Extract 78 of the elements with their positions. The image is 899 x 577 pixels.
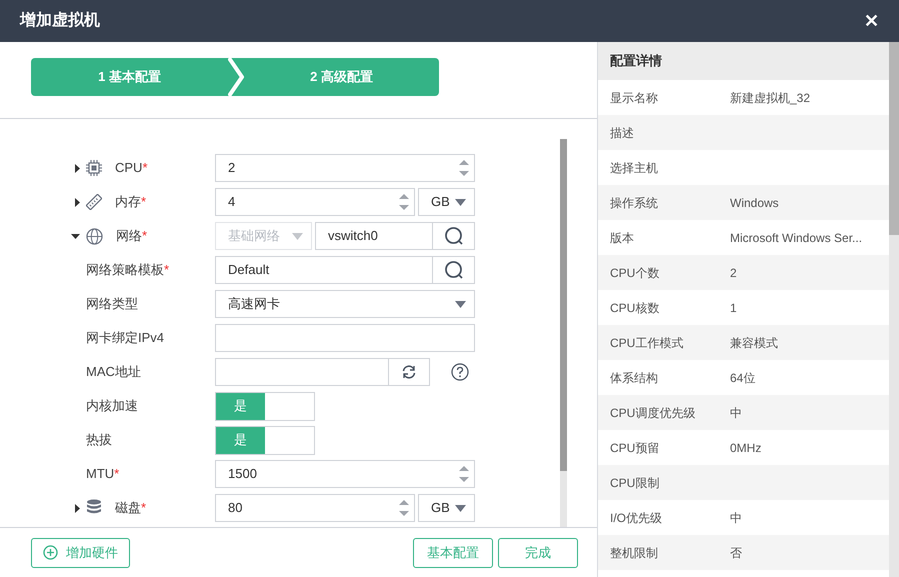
number-field[interactable]: 4 bbox=[215, 188, 415, 216]
field-label: 内核加速 bbox=[86, 397, 138, 416]
detail-value: 新建虚拟机_32 bbox=[730, 90, 810, 106]
mac-field[interactable] bbox=[215, 358, 389, 386]
plus-circle-icon bbox=[43, 545, 58, 560]
caret-icon bbox=[292, 232, 303, 240]
required-mark: * bbox=[164, 261, 170, 280]
detail-value: Windows bbox=[730, 194, 779, 212]
detail-label: CPU预留 bbox=[610, 440, 660, 456]
required-mark: * bbox=[141, 193, 146, 212]
window-title: 增加虚拟机 bbox=[20, 10, 100, 31]
scrollbar-thumb[interactable] bbox=[560, 139, 567, 471]
search-icon bbox=[444, 260, 464, 280]
detail-label: CPU工作模式 bbox=[610, 334, 684, 352]
search-icon bbox=[444, 226, 464, 246]
chip-icon bbox=[86, 160, 102, 176]
detail-value: Microsoft Windows Ser... bbox=[730, 230, 862, 246]
required-mark: * bbox=[114, 465, 120, 484]
detail-label: 整机限制 bbox=[610, 544, 659, 562]
detail-label: 版本 bbox=[610, 230, 635, 246]
expand-arrow-icon[interactable] bbox=[75, 164, 80, 172]
memory-stick-icon bbox=[86, 194, 102, 210]
scrollbar-thumb[interactable] bbox=[889, 42, 899, 235]
input-field[interactable] bbox=[215, 324, 475, 352]
field-label: 内存 bbox=[115, 193, 141, 212]
unit-dropdown[interactable]: GB bbox=[418, 494, 475, 522]
details-title: 配置详情 bbox=[610, 52, 662, 70]
detail-label: CPU核数 bbox=[610, 300, 660, 316]
required-mark: * bbox=[141, 499, 146, 518]
field-label: 网卡绑定IPv4 bbox=[86, 329, 164, 348]
detail-value: 中 bbox=[730, 404, 742, 422]
unit-dropdown[interactable]: GB bbox=[418, 188, 475, 216]
help-icon[interactable] bbox=[451, 363, 469, 381]
field-label: 磁盘 bbox=[115, 499, 141, 518]
search-button[interactable] bbox=[433, 222, 475, 250]
detail-label: 选择主机 bbox=[610, 160, 659, 176]
detail-label: 显示名称 bbox=[610, 90, 659, 106]
field-label: 网络策略模板 bbox=[86, 261, 164, 280]
caret-icon bbox=[455, 504, 466, 512]
type-dropdown[interactable]: 高速网卡 bbox=[215, 290, 475, 318]
number-field[interactable]: 1500 bbox=[215, 460, 475, 488]
detail-value: 中 bbox=[730, 510, 742, 526]
close-button[interactable]: ✕ bbox=[864, 12, 879, 30]
search-button[interactable] bbox=[433, 256, 475, 284]
detail-label: CPU调度优先级 bbox=[610, 404, 696, 422]
expand-arrow-icon[interactable] bbox=[75, 504, 80, 512]
chevron-icon bbox=[228, 58, 244, 96]
refresh-button[interactable] bbox=[389, 358, 430, 386]
refresh-icon bbox=[401, 364, 417, 380]
detail-label: 描述 bbox=[610, 124, 635, 142]
detail-label: CPU个数 bbox=[610, 264, 660, 282]
globe-icon bbox=[86, 228, 103, 244]
required-mark: * bbox=[142, 159, 148, 178]
field-label: 网络类型 bbox=[86, 295, 138, 314]
detail-value: 兼容模式 bbox=[730, 334, 778, 352]
detail-label: 操作系统 bbox=[610, 194, 659, 212]
field-label: MTU bbox=[86, 465, 114, 484]
detail-label: I/O优先级 bbox=[610, 510, 664, 526]
number-field[interactable]: 2 bbox=[215, 154, 475, 182]
detail-value: 2 bbox=[730, 264, 737, 282]
field-label: 热拔 bbox=[86, 431, 112, 450]
template-field[interactable]: Default bbox=[215, 256, 433, 284]
field-label: CPU bbox=[115, 159, 142, 178]
detail-value: 否 bbox=[730, 544, 742, 562]
collapse-arrow-icon[interactable] bbox=[71, 234, 80, 238]
switch-field[interactable]: vswitch0 bbox=[315, 222, 433, 250]
number-field[interactable]: 80 bbox=[215, 494, 415, 522]
detail-label: CPU限制 bbox=[610, 474, 660, 492]
detail-value: 1 bbox=[730, 300, 737, 316]
field-label: 网络 bbox=[116, 227, 142, 246]
caret-icon bbox=[455, 198, 466, 206]
detail-value: 64位 bbox=[730, 370, 756, 386]
field-label: MAC地址 bbox=[86, 363, 141, 382]
detail-label: 体系结构 bbox=[610, 370, 659, 386]
expand-arrow-icon[interactable] bbox=[75, 198, 80, 206]
caret-icon bbox=[455, 300, 466, 308]
required-mark: * bbox=[142, 227, 148, 246]
detail-value: 0MHz bbox=[730, 440, 762, 456]
